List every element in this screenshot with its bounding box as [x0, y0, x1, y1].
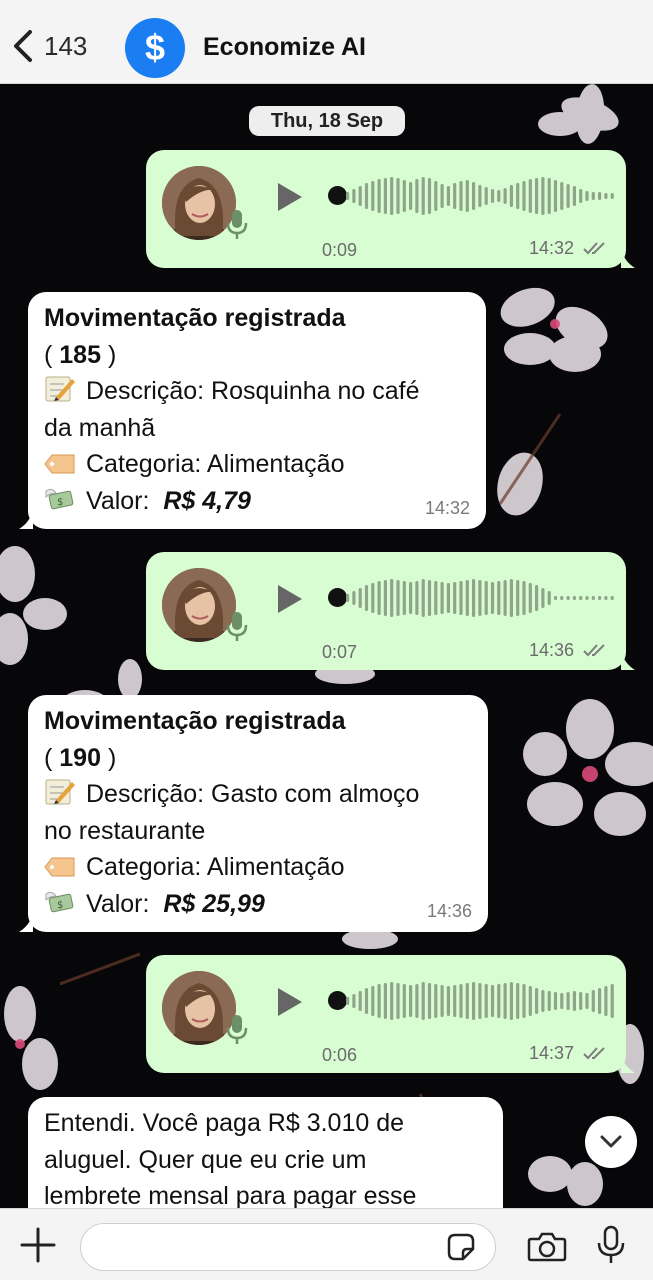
record-description: Descrição: Rosquinha no café — [86, 377, 420, 405]
voice-note-mic-icon — [226, 210, 248, 239]
message-time: 14:32 — [424, 498, 470, 518]
composer-bar — [0, 1208, 653, 1280]
record-title: Movimentação registrada — [44, 304, 346, 332]
bubble-tail — [621, 652, 635, 670]
record-value: R$ 25,99 — [163, 889, 265, 918]
money-wings-icon: $ — [44, 485, 76, 511]
audio-waveform[interactable] — [346, 576, 618, 620]
incoming-message: Movimentação registrada ( 190 ) Descriçã… — [19, 695, 488, 932]
dollar-icon: $ — [144, 27, 166, 68]
memo-pencil-icon — [44, 375, 76, 402]
message-text-line: aluguel. Quer que eu crie um — [44, 1145, 367, 1174]
camera-icon[interactable] — [527, 1229, 567, 1263]
contact-name[interactable]: Economize AI — [203, 33, 366, 62]
message-time: 14:37 — [528, 1043, 574, 1063]
voice-duration: 0:09 — [322, 240, 358, 260]
chevron-down-icon — [600, 1135, 622, 1148]
plus-icon[interactable] — [20, 1227, 56, 1263]
sticker-icon[interactable] — [445, 1231, 477, 1263]
outgoing-voice-message[interactable]: 0:09 14:32 — [146, 150, 635, 268]
scroll-to-bottom-button[interactable] — [585, 1116, 637, 1168]
contact-avatar[interactable]: $ — [125, 18, 185, 78]
sender-avatar — [162, 971, 236, 1045]
money-wings-icon: $ — [44, 888, 76, 914]
record-id-line: ( 185 ) — [44, 340, 117, 369]
sender-avatar — [162, 166, 236, 240]
record-id: 185 — [59, 340, 101, 369]
microphone-icon[interactable] — [596, 1225, 626, 1265]
record-id-line: ( 190 ) — [44, 743, 117, 772]
voice-note-mic-icon — [226, 612, 248, 641]
voice-note-mic-icon — [226, 1015, 248, 1044]
play-icon[interactable] — [274, 985, 306, 1019]
message-time: 14:36 — [528, 640, 574, 660]
date-separator: Thu, 18 Sep — [249, 106, 405, 136]
memo-pencil-icon — [44, 778, 76, 805]
outgoing-voice-message[interactable]: 0:07 14:36 — [146, 552, 635, 670]
playback-position-handle[interactable] — [328, 991, 347, 1010]
message-time: 14:36 — [426, 901, 472, 921]
tag-icon — [44, 853, 76, 879]
audio-waveform[interactable] — [346, 174, 618, 218]
record-id: 190 — [59, 743, 101, 772]
record-title: Movimentação registrada — [44, 707, 346, 735]
voice-duration: 0:07 — [322, 642, 358, 662]
record-value: R$ 4,79 — [163, 486, 251, 515]
audio-waveform[interactable] — [346, 979, 618, 1023]
play-icon[interactable] — [274, 582, 306, 616]
sender-avatar — [162, 568, 236, 642]
bubble-tail — [621, 1055, 635, 1073]
voice-duration: 0:06 — [322, 1045, 358, 1065]
back-button[interactable]: 143 — [10, 26, 87, 66]
double-check-icon — [583, 1047, 605, 1060]
unread-count: 143 — [44, 30, 88, 61]
value-label: Valor: — [86, 889, 150, 918]
record-category: Categoria: Alimentação — [86, 450, 345, 478]
message-text-line: Entendi. Você paga R$ 3.010 de — [44, 1109, 405, 1137]
record-description: Descrição: Gasto com almoço — [86, 780, 420, 808]
bubble-tail — [19, 511, 33, 529]
svg-text:$: $ — [57, 497, 63, 508]
record-description-cont: da manhã — [44, 413, 156, 442]
message-input[interactable] — [80, 1223, 496, 1271]
value-label: Valor: — [86, 486, 150, 515]
incoming-message: Movimentação registrada ( 185 ) Descriçã… — [19, 292, 486, 529]
message-time: 14:32 — [528, 238, 574, 258]
playback-position-handle[interactable] — [328, 186, 347, 205]
play-icon[interactable] — [274, 180, 306, 214]
record-category: Categoria: Alimentação — [86, 853, 345, 881]
outgoing-voice-message[interactable]: 0:06 14:37 — [146, 955, 635, 1073]
record-description-cont: no restaurante — [44, 816, 206, 845]
double-check-icon — [583, 242, 605, 255]
chevron-left-icon — [14, 30, 32, 62]
chat-header: 143 $ Economize AI — [0, 0, 653, 84]
svg-text:$: $ — [57, 900, 63, 911]
playback-position-handle[interactable] — [328, 588, 347, 607]
bubble-tail — [621, 250, 635, 268]
double-check-icon — [583, 644, 605, 657]
bubble-tail — [19, 914, 33, 932]
tag-icon — [44, 450, 76, 476]
